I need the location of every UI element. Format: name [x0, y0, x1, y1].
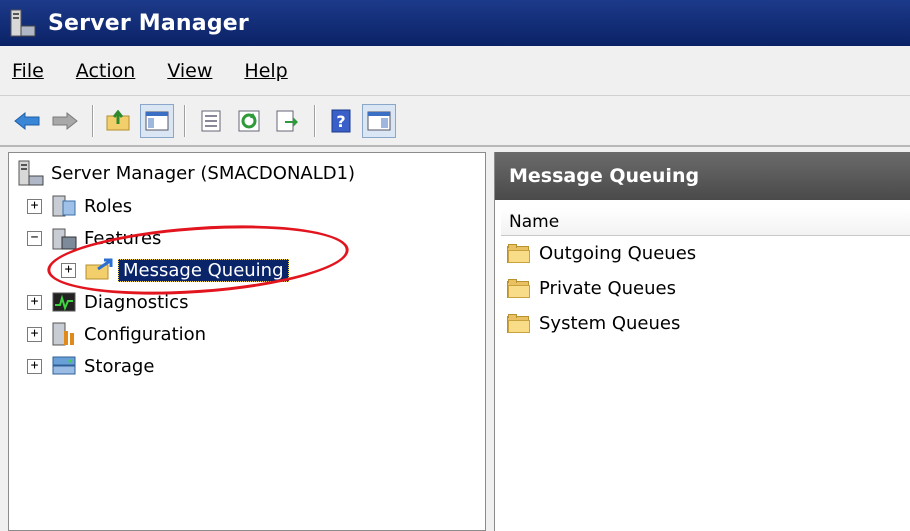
- toolbar-separator: [184, 105, 186, 137]
- expand-icon[interactable]: +: [27, 326, 42, 342]
- properties-button[interactable]: [194, 104, 228, 138]
- tree-item-storage[interactable]: + Storage: [27, 351, 154, 381]
- menu-view-label: View: [167, 59, 213, 82]
- list-item-outgoing-queues[interactable]: Outgoing Queues: [507, 236, 910, 271]
- toolbar-separator: [314, 105, 316, 137]
- menu-file[interactable]: File: [12, 60, 44, 82]
- refresh-button[interactable]: [232, 104, 266, 138]
- window-title: Server Manager: [48, 10, 249, 36]
- show-hide-action-pane-button[interactable]: [362, 104, 396, 138]
- tree-item-label: Storage: [84, 355, 155, 377]
- menu-bar: File Action View Help: [0, 46, 910, 96]
- storage-icon: [50, 353, 80, 379]
- console-tree[interactable]: Server Manager (SMACDONALD1) + Roles − F…: [8, 152, 486, 531]
- show-hide-console-tree-icon: [145, 111, 169, 131]
- toolbar: ?: [0, 97, 910, 147]
- menu-file-label: File: [12, 59, 44, 82]
- folder-icon: [507, 313, 531, 334]
- refresh-icon: [238, 110, 260, 132]
- server-manager-icon: [17, 160, 47, 186]
- toolbar-separator: [92, 105, 94, 137]
- diagnostics-icon: [50, 289, 80, 315]
- tree-item-label: Diagnostics: [84, 291, 189, 313]
- folder-icon: [507, 243, 531, 264]
- tree-item-label: Roles: [84, 195, 133, 217]
- menu-action[interactable]: Action: [76, 60, 136, 82]
- title-bar[interactable]: Server Manager: [0, 0, 910, 46]
- export-list-icon: [276, 110, 298, 132]
- forward-arrow-icon: [52, 111, 78, 131]
- list-item-label: Private Queues: [539, 278, 676, 299]
- menu-view[interactable]: View: [167, 60, 212, 82]
- menu-action-label: Action: [75, 59, 136, 82]
- roles-icon: [50, 193, 80, 219]
- up-one-level-button[interactable]: [102, 104, 136, 138]
- expand-icon[interactable]: +: [27, 358, 42, 374]
- back-button[interactable]: [10, 104, 44, 138]
- menu-help[interactable]: Help: [244, 60, 287, 82]
- export-list-button[interactable]: [270, 104, 304, 138]
- list-item-label: Outgoing Queues: [539, 243, 697, 264]
- show-hide-action-pane-icon: [367, 111, 391, 131]
- back-arrow-icon: [14, 111, 40, 131]
- server-manager-icon: [8, 8, 38, 38]
- show-hide-console-tree-button[interactable]: [140, 104, 174, 138]
- help-icon: ?: [331, 109, 351, 133]
- tree-item-label: Configuration: [84, 323, 207, 345]
- properties-icon: [201, 110, 221, 132]
- up-folder-icon: [106, 110, 130, 131]
- features-icon: [50, 225, 80, 251]
- menu-help-label: Help: [244, 59, 288, 82]
- tree-root[interactable]: Server Manager (SMACDONALD1): [17, 158, 355, 188]
- forward-button[interactable]: [48, 104, 82, 138]
- details-header: Message Queuing: [495, 152, 910, 200]
- expand-icon[interactable]: +: [27, 198, 42, 214]
- help-button[interactable]: ?: [324, 104, 358, 138]
- list-item-private-queues[interactable]: Private Queues: [507, 271, 910, 306]
- list-item-label: System Queues: [539, 313, 681, 334]
- tree-root-label: Server Manager (SMACDONALD1): [51, 162, 356, 184]
- list-item-system-queues[interactable]: System Queues: [507, 306, 910, 341]
- tree-item-configuration[interactable]: + Configuration: [27, 319, 206, 349]
- column-header-name[interactable]: Name: [501, 208, 910, 236]
- tree-item-roles[interactable]: + Roles: [27, 191, 132, 221]
- folder-icon: [507, 278, 531, 299]
- configuration-icon: [50, 321, 80, 347]
- expand-icon[interactable]: +: [27, 294, 42, 310]
- collapse-icon[interactable]: −: [27, 230, 42, 246]
- svg-text:?: ?: [336, 112, 345, 131]
- details-pane[interactable]: Message Queuing Name Outgoing Queues Pri…: [494, 152, 910, 531]
